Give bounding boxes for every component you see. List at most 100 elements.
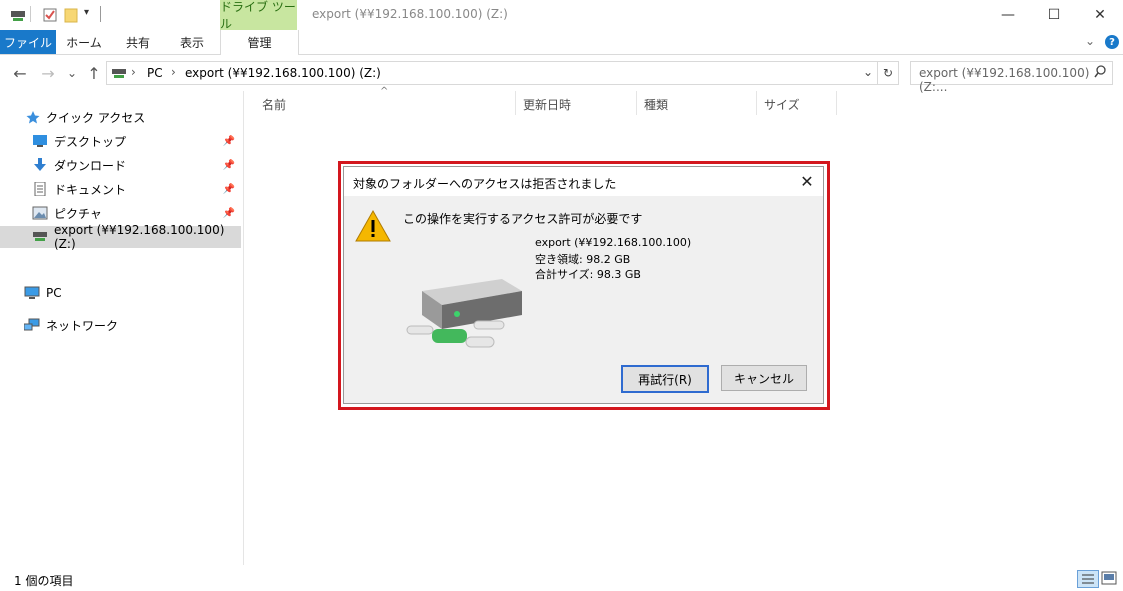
chevron-down-icon: ⌄ (66, 66, 78, 80)
navigation-pane: クイック アクセス デスクトップ 📌 ダウンロード 📌 ドキュメント 📌 ピクチ… (0, 91, 244, 565)
retry-button-label: 再試行(R) (638, 372, 692, 387)
close-window-button[interactable]: ✕ (1077, 0, 1123, 30)
network-drive-icon (402, 271, 532, 364)
computer-icon (24, 286, 40, 300)
sidebar-item-pc[interactable]: PC (0, 282, 241, 304)
minimize-icon: — (1001, 7, 1015, 23)
download-arrow-icon (32, 158, 48, 172)
cancel-button[interactable]: キャンセル (721, 365, 807, 391)
column-divider[interactable] (836, 91, 837, 115)
pin-icon[interactable]: 📌 (223, 136, 235, 147)
free-space: 空き領域: 98.2 GB (535, 253, 631, 266)
ribbon-context-group-label: ドライブ ツール (220, 0, 297, 31)
tab-view[interactable]: 表示 (166, 30, 218, 54)
title-bar: ▾ ドライブ ツール export (¥¥192.168.100.100) (Z… (0, 0, 1123, 31)
sidebar-item-quick-access[interactable]: クイック アクセス (0, 106, 241, 128)
column-header-modified[interactable]: 更新日時 (523, 96, 571, 113)
sidebar-item-export-drive[interactable]: export (¥¥192.168.100.100) (Z:) (0, 223, 241, 251)
tab-file[interactable]: ファイル (0, 30, 56, 54)
search-box[interactable]: export (¥¥192.168.100.100) (Z:... (910, 61, 1113, 94)
breadcrumb-separator: › (171, 65, 176, 79)
dialog-title-bar: 対象のフォルダーへのアクセスは拒否されました ✕ (344, 167, 823, 196)
details-view-icon[interactable] (1077, 570, 1099, 588)
up-button[interactable]: ↑ (84, 63, 104, 83)
help-icon[interactable]: ? (1105, 35, 1119, 49)
large-icons-view-icon[interactable] (1101, 571, 1117, 585)
refresh-button[interactable]: ↻ (878, 61, 899, 85)
sidebar-item-label: ネットワーク (46, 318, 119, 333)
column-header-type[interactable]: 種類 (644, 96, 668, 113)
column-divider[interactable] (636, 91, 637, 115)
close-icon: ✕ (1094, 7, 1106, 23)
pin-icon[interactable]: 📌 (223, 160, 235, 171)
network-drive-icon (111, 66, 127, 83)
forward-button[interactable]: → (38, 63, 58, 83)
window-title: export (¥¥192.168.100.100) (Z:) (312, 7, 508, 21)
sort-ascending-icon: ^ (380, 86, 389, 97)
close-icon: ✕ (800, 171, 814, 191)
new-folder-icon[interactable] (64, 7, 80, 23)
toolbar-divider (100, 6, 101, 22)
network-drive-icon (32, 230, 48, 244)
back-button[interactable]: ← (10, 63, 30, 83)
back-arrow-icon: ← (13, 63, 27, 83)
sidebar-item-label: ダウンロード (54, 158, 127, 173)
access-denied-dialog: 対象のフォルダーへのアクセスは拒否されました ✕ この操作を実行するアクセス許可… (343, 166, 824, 404)
sidebar-item-label: デスクトップ (54, 134, 127, 149)
network-icon (23, 318, 40, 332)
drive-name: export (¥¥192.168.100.100) (535, 236, 692, 249)
column-divider[interactable] (756, 91, 757, 115)
address-dropdown-icon[interactable]: ⌄ (863, 65, 873, 79)
star-icon (26, 110, 40, 124)
sidebar-item-pictures[interactable]: ピクチャ 📌 (0, 202, 241, 224)
forward-arrow-icon: → (41, 63, 55, 83)
breadcrumb-export[interactable]: export (¥¥192.168.100.100) (Z:) (185, 66, 381, 80)
status-bar: 1 個の項目 (0, 565, 1123, 591)
search-input[interactable]: export (¥¥192.168.100.100) (Z:... (919, 66, 1112, 94)
address-bar[interactable]: › PC › export (¥¥192.168.100.100) (Z:) ⌄ (106, 61, 878, 85)
pin-icon[interactable]: 📌 (223, 184, 235, 195)
retry-button[interactable]: 再試行(R) (621, 365, 709, 393)
properties-check-icon[interactable] (42, 7, 58, 23)
total-size: 合計サイズ: 98.3 GB (535, 268, 641, 281)
sidebar-item-network[interactable]: ネットワーク (0, 314, 241, 336)
dialog-close-button[interactable]: ✕ (795, 170, 819, 192)
pin-icon[interactable]: 📌 (223, 208, 235, 219)
warning-icon (355, 209, 391, 246)
sidebar-item-label: ドキュメント (54, 182, 127, 197)
column-header-size[interactable]: サイズ (764, 96, 800, 113)
sidebar-item-label: export (¥¥192.168.100.100) (Z:) (54, 223, 225, 251)
network-drive-icon[interactable] (10, 7, 26, 23)
desktop-icon (32, 134, 48, 148)
column-divider[interactable] (515, 91, 516, 115)
dialog-title: 対象のフォルダーへのアクセスは拒否されました (353, 177, 617, 191)
refresh-icon: ↻ (882, 66, 894, 80)
maximize-button[interactable]: ☐ (1031, 0, 1077, 30)
sidebar-item-downloads[interactable]: ダウンロード 📌 (0, 154, 241, 176)
sidebar-item-label: ピクチャ (54, 206, 102, 221)
search-icon (1094, 65, 1106, 82)
pictures-icon (32, 206, 48, 220)
sidebar-item-documents[interactable]: ドキュメント 📌 (0, 178, 241, 200)
minimize-button[interactable]: — (985, 0, 1031, 30)
recent-locations-button[interactable]: ⌄ (62, 63, 82, 83)
tab-share[interactable]: 共有 (112, 30, 164, 54)
customize-dropdown-icon[interactable]: ▾ (84, 7, 100, 23)
cancel-button-label: キャンセル (733, 371, 794, 386)
breadcrumb-separator: › (131, 65, 136, 79)
document-icon (32, 181, 48, 197)
maximize-icon: ☐ (1047, 7, 1061, 23)
expand-ribbon-icon[interactable]: ⌄ (1085, 34, 1095, 48)
dialog-message: この操作を実行するアクセス許可が必要です (403, 212, 643, 226)
tab-manage[interactable]: 管理 (220, 30, 299, 55)
breadcrumb-pc[interactable]: PC (147, 66, 163, 80)
sidebar-item-desktop[interactable]: デスクトップ 📌 (0, 130, 241, 152)
sidebar-item-label: クイック アクセス (46, 110, 146, 125)
item-count: 1 個の項目 (14, 574, 74, 588)
up-arrow-icon: ↑ (87, 63, 101, 83)
ribbon-tabs: ファイル ホーム 共有 表示 管理 ⌄ ? (0, 30, 1123, 55)
sidebar-item-label: PC (46, 286, 62, 300)
toolbar-divider (30, 6, 31, 22)
column-header-name[interactable]: 名前 (262, 96, 286, 113)
tab-home[interactable]: ホーム (58, 30, 110, 54)
